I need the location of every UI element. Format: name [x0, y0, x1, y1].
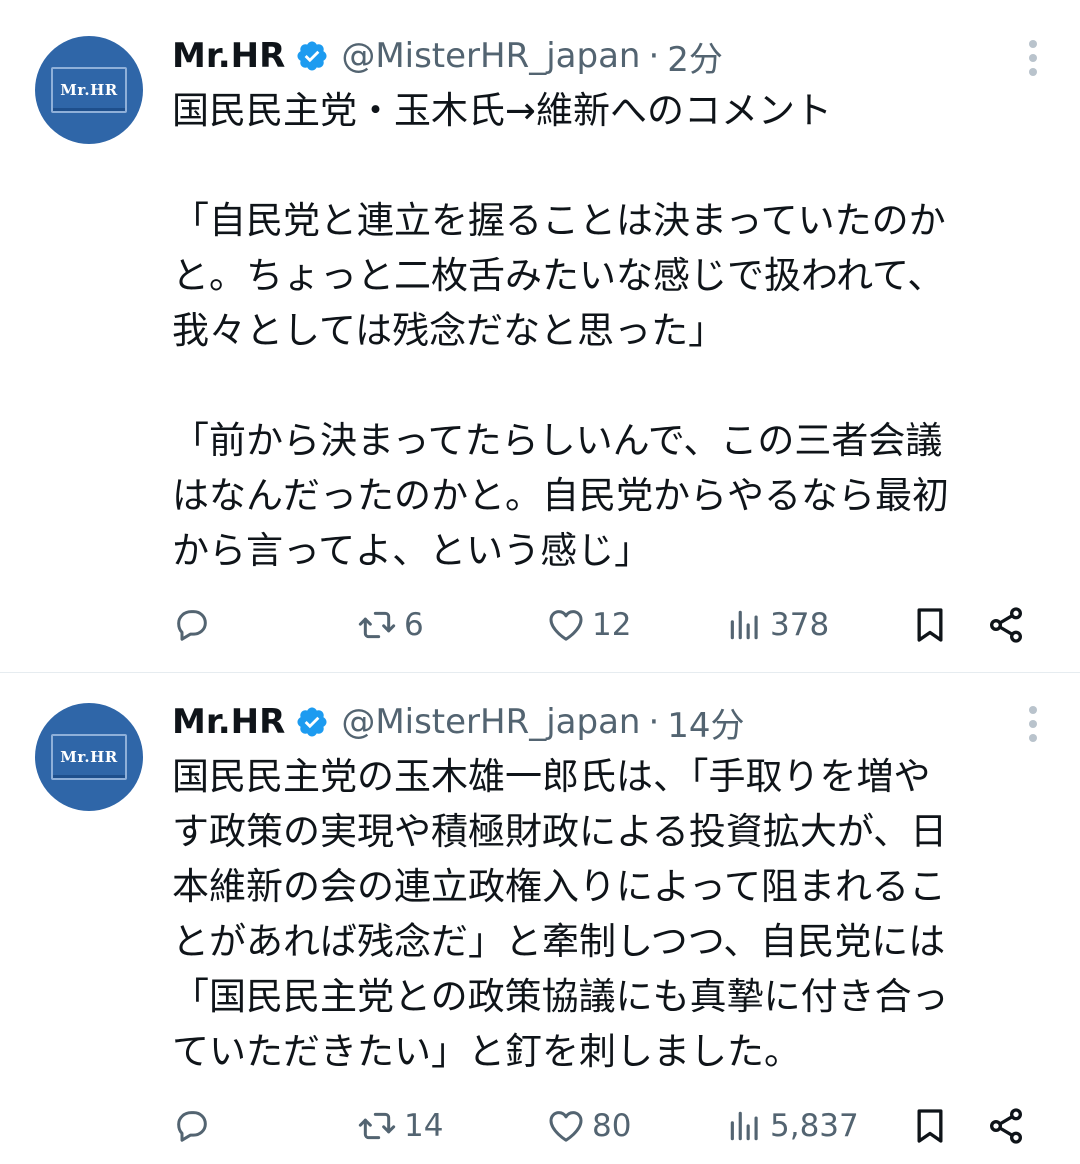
tweet-line — [172, 138, 1042, 193]
tweet-header: Mr.HR @MisterHR_japan · 2分 — [172, 32, 723, 81]
bookmark-button[interactable] — [910, 1104, 950, 1148]
more-vertical-icon[interactable] — [1028, 704, 1038, 744]
avatar[interactable]: Mr.HR — [35, 36, 143, 144]
share-button[interactable] — [986, 603, 1026, 647]
bookmark-button[interactable] — [910, 603, 950, 647]
bookmark-icon — [917, 608, 943, 642]
retweet-count: 14 — [404, 1108, 444, 1144]
tweet-text: 国民民主党・玉木氏→維新へのコメント 「自民党と連立を握ることは決まっていたのか… — [172, 83, 1042, 578]
like-button[interactable]: 80 — [546, 1104, 631, 1148]
separator: · — [648, 702, 660, 742]
tweet-line: 「自民党と連立を握ることは決まっていたのか — [172, 199, 946, 242]
heart-icon — [549, 610, 583, 641]
tweet-line: 「国民民主党との政策協議にも真摯に付き合っ — [172, 975, 949, 1018]
author-name[interactable]: Mr.HR — [172, 702, 285, 742]
like-button[interactable]: 12 — [546, 603, 631, 647]
verified-badge-icon — [297, 41, 327, 71]
reply-icon — [177, 610, 207, 641]
reply-button[interactable] — [172, 1104, 212, 1148]
author-handle[interactable]: @MisterHR_japan — [341, 36, 640, 76]
tweet[interactable]: Mr.HR Mr.HR @MisterHR_japan · 2分 国民民主党・玉… — [0, 0, 1080, 673]
tweet-line: 「前から決まってたらしいんで、この三者会議 — [172, 419, 943, 462]
heart-icon — [549, 1111, 583, 1142]
share-icon — [990, 607, 1022, 643]
tweet-line: から言ってよ、という感じ」 — [172, 529, 652, 572]
tweet-line: 国民民主党の玉木雄一郎氏は、「手取りを増や — [172, 755, 931, 798]
tweet-header: Mr.HR @MisterHR_japan · 14分 — [172, 698, 745, 747]
views-icon — [730, 1111, 758, 1141]
author-name[interactable]: Mr.HR — [172, 36, 285, 76]
tweet-line — [172, 358, 1042, 413]
verified-badge-icon — [297, 707, 327, 737]
tweet-line: はなんだったのかと。自民党からやるなら最初 — [172, 474, 949, 517]
like-count: 80 — [592, 1108, 632, 1144]
retweet-icon — [358, 1112, 396, 1140]
views-button[interactable]: 378 — [726, 603, 829, 647]
more-vertical-icon[interactable] — [1028, 38, 1038, 78]
tweet[interactable]: Mr.HR Mr.HR @MisterHR_japan · 14分 国民民主党の… — [0, 673, 1080, 1164]
share-button[interactable] — [986, 1104, 1026, 1148]
share-icon — [990, 1108, 1022, 1144]
views-icon — [730, 610, 758, 640]
separator: · — [648, 36, 660, 76]
views-count: 5,837 — [770, 1108, 859, 1144]
tweet-line: す政策の実現や積極財政による投資拡大が、日 — [172, 810, 948, 853]
reply-button[interactable] — [172, 603, 212, 647]
tweet-line: 国民民主党・玉木氏→維新へのコメント — [172, 89, 833, 132]
like-count: 12 — [592, 607, 632, 643]
timestamp[interactable]: 14分 — [667, 698, 744, 747]
retweet-button[interactable]: 14 — [356, 1104, 443, 1148]
reply-icon — [177, 1111, 207, 1142]
avatar-logo-text: Mr.HR — [51, 67, 127, 113]
retweet-button[interactable]: 6 — [356, 603, 424, 647]
tweet-text: 国民民主党の玉木雄一郎氏は、「手取りを増や す政策の実現や積極財政による投資拡大… — [172, 749, 1042, 1079]
retweet-count: 6 — [404, 607, 424, 643]
tweet-line: ていただきたい」と釘を刺しました。 — [172, 1030, 801, 1073]
views-button[interactable]: 5,837 — [726, 1104, 859, 1148]
tweet-line: 我々としては残念だなと思った」 — [172, 309, 726, 352]
tweet-actions: 14 80 5,837 — [172, 1104, 1042, 1148]
tweet-actions: 6 12 378 — [172, 603, 1042, 647]
avatar[interactable]: Mr.HR — [35, 703, 143, 811]
views-count: 378 — [770, 607, 830, 643]
tweet-line: と。ちょっと二枚舌みたいな感じで扱われて、 — [172, 254, 945, 297]
retweet-icon — [358, 611, 396, 639]
author-handle[interactable]: @MisterHR_japan — [341, 702, 640, 742]
tweet-line: 本維新の会の連立政権入りによって阻まれるこ — [172, 865, 947, 908]
avatar-logo-text: Mr.HR — [51, 734, 127, 780]
bookmark-icon — [917, 1109, 943, 1143]
tweet-line: とがあれば残念だ」と牽制しつつ、自民党には — [172, 920, 946, 963]
timestamp[interactable]: 2分 — [667, 32, 723, 81]
